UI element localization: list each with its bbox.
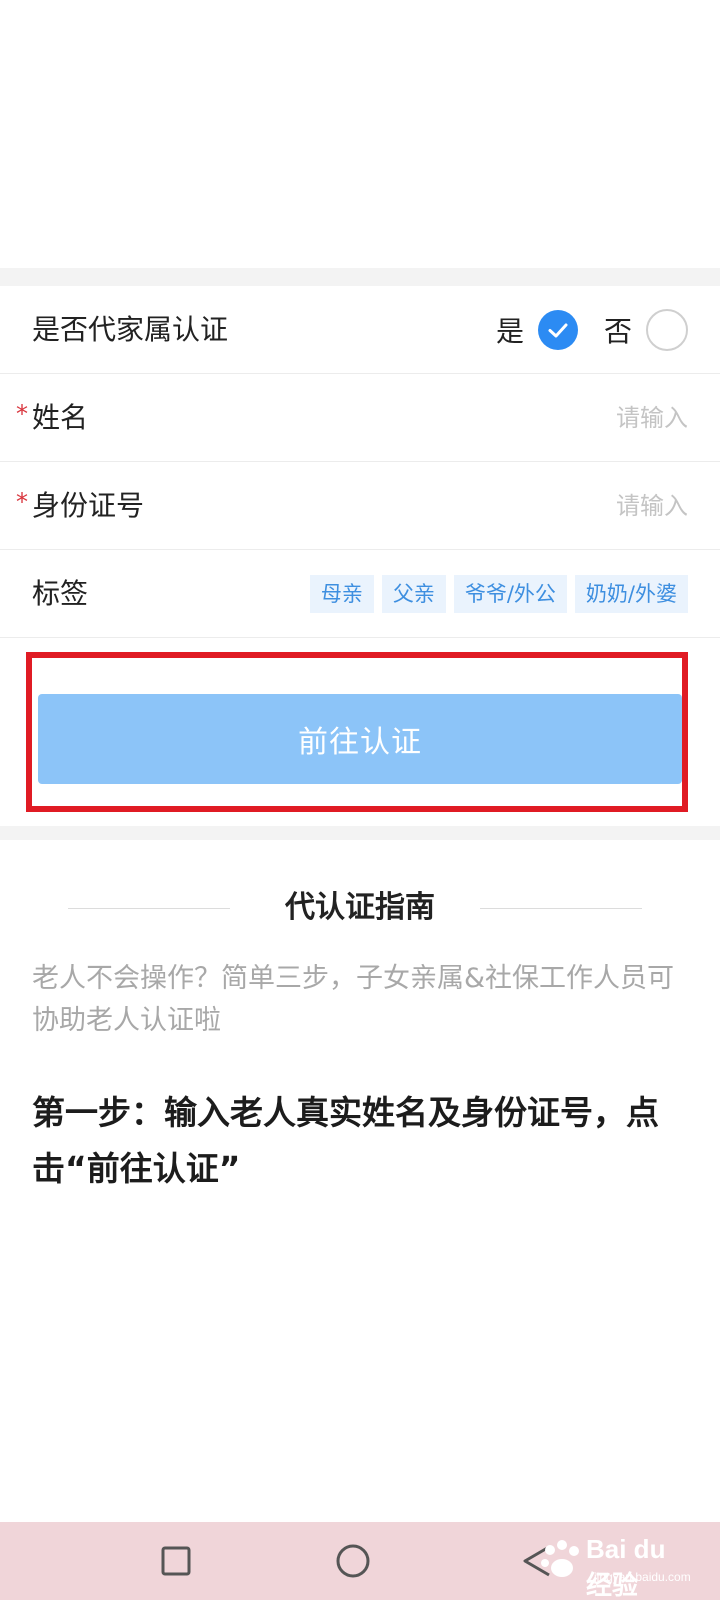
tag-row: 标签 母亲 父亲 爷爷/外公 奶奶/外婆 (0, 550, 720, 638)
tag-grandmother[interactable]: 奶奶/外婆 (574, 575, 688, 613)
required-mark: * (16, 488, 28, 516)
yes-label[interactable]: 是 (496, 310, 524, 350)
yes-radio-checked[interactable] (537, 310, 578, 350)
go-authenticate-button[interactable]: 前往认证 (38, 694, 682, 784)
step-one-title: 第一步：输入老人真实姓名及身份证号，点击“前往认证” (32, 1093, 659, 1188)
name-label: 姓名 (32, 401, 89, 434)
tag-label: 标签 (32, 577, 89, 610)
watermark-brand: Bai du 经验 (586, 1534, 666, 1600)
guide-header: 代认证指南 (0, 880, 720, 936)
proxy-auth-form: 是否代家属认证 是 否 * 姓名 * 身份证号 标签 母亲 父亲 爷爷/外公 奶… (0, 286, 720, 638)
home-button[interactable] (332, 1540, 374, 1582)
check-icon (548, 323, 568, 338)
baidu-jingyan-watermark: Bai du 经验 jingyan.baidu.com (536, 1530, 696, 1600)
id-number-input[interactable] (438, 462, 688, 550)
square-icon (161, 1546, 191, 1576)
tag-list: 母亲 父亲 爷爷/外公 奶奶/外婆 (302, 550, 688, 638)
tag-father[interactable]: 父亲 (381, 575, 446, 613)
no-label[interactable]: 否 (604, 310, 632, 350)
name-input[interactable] (438, 374, 688, 462)
recent-apps-button[interactable] (155, 1540, 197, 1582)
tag-grandfather[interactable]: 爷爷/外公 (453, 575, 567, 613)
proxy-radio-group: 是 否 (496, 286, 688, 374)
name-row: * 姓名 (0, 374, 720, 462)
required-mark: * (16, 400, 28, 428)
top-blank-area (0, 0, 720, 268)
proxy-question-label: 是否代家属认证 (32, 313, 229, 346)
proxy-question-row: 是否代家属认证 是 否 (0, 286, 720, 374)
circle-icon (336, 1544, 370, 1578)
id-label: 身份证号 (32, 489, 145, 522)
section-divider (0, 826, 720, 840)
guide-divider-right (480, 908, 642, 909)
no-radio-unchecked[interactable] (646, 309, 688, 351)
watermark-url: jingyan.baidu.com (594, 1570, 691, 1584)
id-row: * 身份证号 (0, 462, 720, 550)
tag-mother[interactable]: 母亲 (309, 575, 374, 613)
guide-description: 老人不会操作？简单三步，子女亲属&社保工作人员可协助老人认证啦 (32, 963, 675, 1036)
section-divider (0, 268, 720, 286)
paw-icon (541, 1540, 579, 1577)
